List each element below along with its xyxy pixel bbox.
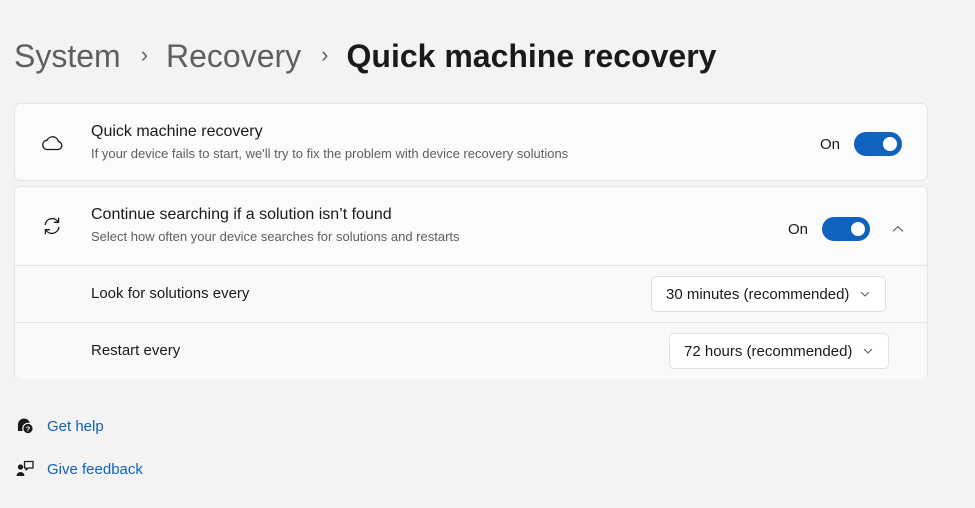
breadcrumb-recovery[interactable]: Recovery <box>166 36 301 76</box>
restart-every-row: Restart every 72 hours (recommended) <box>15 322 927 379</box>
give-feedback-link[interactable]: Give feedback <box>14 458 143 480</box>
restart-every-dropdown[interactable]: 72 hours (recommended) <box>669 333 890 369</box>
page-title: Quick machine recovery <box>346 38 717 74</box>
quick-recovery-description: If your device fails to start, we'll try… <box>91 146 569 161</box>
restart-every-value: 72 hours (recommended) <box>684 342 853 360</box>
continue-searching-toggle-label: On <box>788 220 809 238</box>
look-for-solutions-row: Look for solutions every 30 minutes (rec… <box>15 265 927 322</box>
continue-searching-toggle-group: On <box>788 215 912 243</box>
toggle-knob <box>883 137 898 151</box>
cloud-icon <box>39 130 65 156</box>
look-for-solutions-dropdown[interactable]: 30 minutes (recommended) <box>651 276 887 312</box>
quick-recovery-toggle-label: On <box>820 135 841 153</box>
restart-every-label: Restart every <box>91 342 181 359</box>
continue-searching-description: Select how often your device searches fo… <box>91 229 460 244</box>
quick-recovery-card: Quick machine recovery If your device fa… <box>14 103 928 181</box>
svg-text:?: ? <box>26 424 31 433</box>
quick-recovery-title: Quick machine recovery <box>91 123 263 140</box>
quick-recovery-toggle[interactable] <box>854 132 903 156</box>
breadcrumb-system[interactable]: System <box>14 36 121 76</box>
give-feedback-label: Give feedback <box>47 460 143 478</box>
quick-recovery-row: Quick machine recovery If your device fa… <box>15 104 927 182</box>
chevron-up-icon <box>892 225 904 232</box>
continue-searching-toggle[interactable] <box>822 217 871 241</box>
help-icon: ? <box>14 415 36 437</box>
toggle-knob <box>851 222 866 236</box>
collapse-button[interactable] <box>884 215 912 243</box>
get-help-link[interactable]: ? Get help <box>14 415 104 437</box>
quick-recovery-toggle-group: On <box>820 132 903 156</box>
breadcrumb-separator: › <box>140 42 149 67</box>
chevron-down-icon <box>862 345 874 357</box>
refresh-icon <box>39 213 65 239</box>
feedback-icon <box>14 458 36 480</box>
chevron-down-icon <box>859 288 871 300</box>
get-help-label: Get help <box>47 417 104 435</box>
breadcrumb-separator: › <box>321 42 329 67</box>
continue-searching-title: Continue searching if a solution isn’t f… <box>91 206 392 223</box>
breadcrumb: System › Recovery › Quick machine recove… <box>14 36 716 76</box>
continue-searching-card: Continue searching if a solution isn’t f… <box>14 186 928 379</box>
look-for-solutions-label: Look for solutions every <box>91 285 250 302</box>
look-for-solutions-value: 30 minutes (recommended) <box>666 285 850 303</box>
continue-searching-row[interactable]: Continue searching if a solution isn’t f… <box>15 187 927 265</box>
